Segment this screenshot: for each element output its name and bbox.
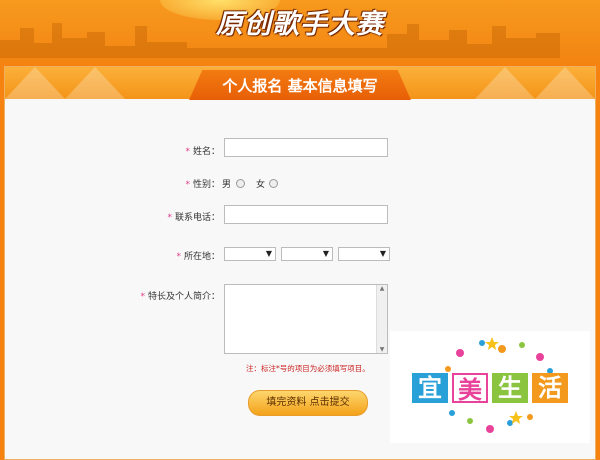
header-banner: 原创歌手大赛 [0, 0, 600, 64]
required-mark: * [140, 292, 145, 302]
gender-female-label: 女 [256, 180, 266, 190]
province-select[interactable]: ▼ [224, 247, 276, 261]
header-tab-label: 个人报名 基本信息填写 [222, 77, 378, 95]
page-title: 原创歌手大赛 [216, 9, 384, 40]
chevron-down-icon: ▼ [265, 249, 272, 258]
required-mark: * [176, 252, 181, 262]
phone-label: * 联系电话： [167, 213, 220, 223]
panel-header: 个人报名 基本信息填写 [5, 67, 595, 100]
watermark-char: 美 [452, 373, 488, 404]
district-select[interactable]: ▼ [338, 247, 390, 261]
scroll-up-icon[interactable]: ▲ [377, 285, 387, 292]
gender-male-label: 男 [222, 180, 232, 190]
required-mark: * [185, 147, 190, 157]
gender-female-radio[interactable] [269, 179, 278, 188]
name-label: * 姓名： [185, 147, 220, 157]
gender-male-radio[interactable] [236, 179, 245, 188]
phone-input[interactable] [224, 205, 388, 224]
city-select[interactable]: ▼ [281, 247, 333, 261]
gender-label: * 性别： [185, 180, 220, 190]
chevron-down-icon: ▼ [379, 249, 386, 258]
required-mark: * [185, 180, 190, 190]
scroll-down-icon[interactable]: ▼ [377, 346, 387, 353]
name-input[interactable] [224, 138, 388, 157]
textarea-scrollbar[interactable]: ▲ ▼ [376, 285, 387, 353]
watermark-logo: 宜 美 生 活 [390, 331, 590, 443]
watermark-char: 生 [492, 373, 528, 403]
required-mark: * [167, 213, 172, 223]
location-label: * 所在地： [176, 252, 220, 262]
watermark-char: 宜 [412, 373, 448, 403]
required-note: 注：标注*号的项目为必须填写项目。 [246, 364, 370, 373]
chevron-down-icon: ▼ [322, 249, 329, 258]
intro-label: * 特长及个人简介： [140, 292, 220, 302]
submit-button[interactable]: 填完资料 点击提交 [248, 390, 368, 416]
watermark-char: 活 [532, 373, 568, 403]
intro-textarea[interactable]: ▲ ▼ [224, 284, 388, 354]
